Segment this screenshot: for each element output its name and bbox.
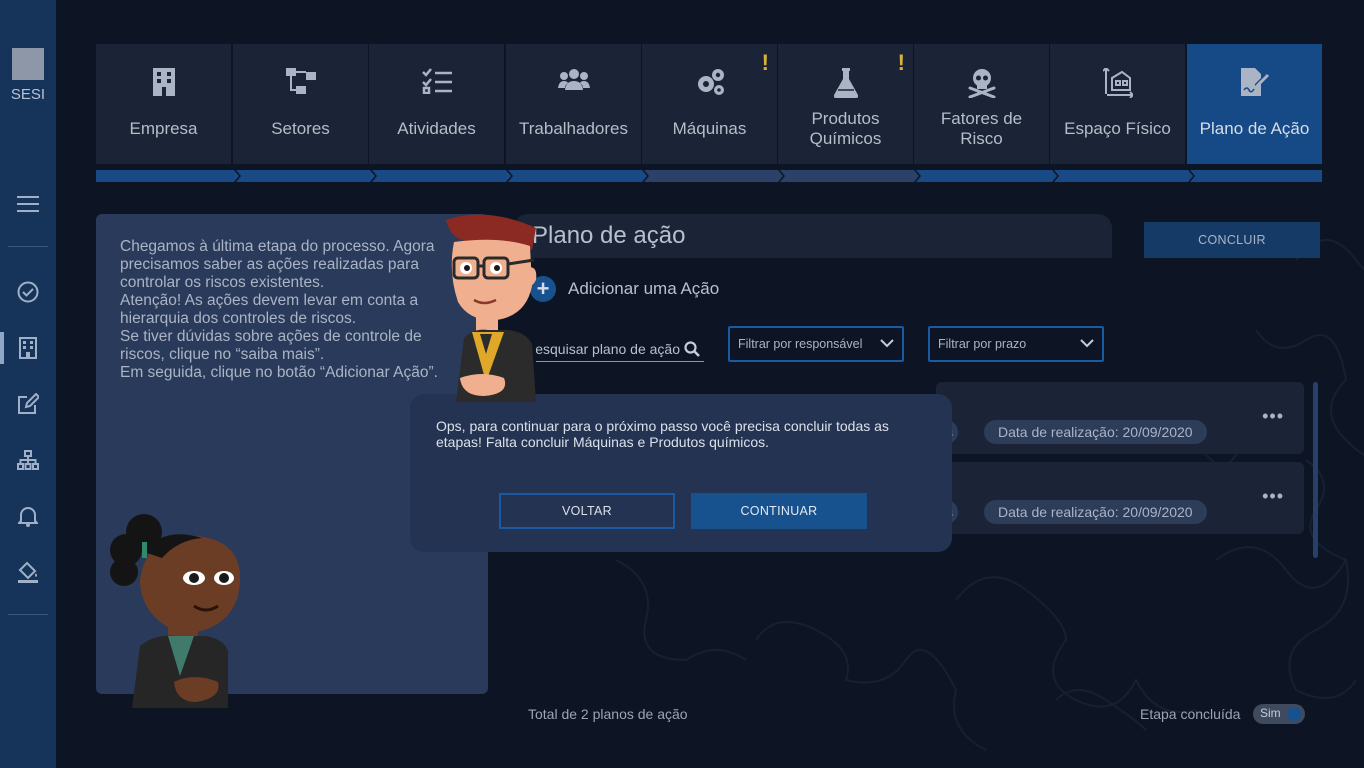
action-plan-row[interactable]: s Data de realização: 20/09/2020 ••• <box>936 462 1304 534</box>
sidebar: SESI <box>0 0 56 768</box>
mentor-text-line: Em seguida, clique no botão “Adicionar A… <box>120 364 438 381</box>
logo <box>12 48 44 80</box>
scrollbar[interactable] <box>1313 382 1318 558</box>
building-icon <box>96 68 231 96</box>
continue-button[interactable]: CONTINUAR <box>691 493 867 529</box>
search-icon[interactable] <box>684 340 700 357</box>
add-action-label: Adicionar uma Ação <box>568 279 720 298</box>
toggle-knob <box>1285 705 1303 723</box>
process-stepper: Empresa Setores Atividades Trabalhadores… <box>96 44 1322 182</box>
step-label: Máquinas <box>672 119 747 138</box>
users-icon <box>506 68 641 90</box>
paint-bucket-icon[interactable] <box>14 558 42 586</box>
male-character-illustration <box>446 214 537 402</box>
logo-text: SESI <box>10 86 46 103</box>
signed-document-icon <box>1187 68 1322 96</box>
bell-icon[interactable] <box>14 502 42 530</box>
step-trabalhadores[interactable]: Trabalhadores <box>506 44 641 164</box>
step-empresa[interactable]: Empresa <box>96 44 231 164</box>
org-chart-icon[interactable] <box>14 446 42 474</box>
menu-icon[interactable] <box>14 190 42 218</box>
step-label: Espaço Físico <box>1064 119 1171 138</box>
step-atividades[interactable]: Atividades <box>369 44 504 164</box>
sidebar-divider <box>8 246 48 247</box>
step-label: Trabalhadores <box>519 119 628 138</box>
mentor-text-line: Atenção! As ações devem levar em conta a… <box>120 292 419 327</box>
more-options-icon[interactable]: ••• <box>1262 486 1284 507</box>
toggle-label: Sim <box>1260 706 1281 720</box>
sidebar-divider <box>8 614 48 615</box>
page-title: Plano de ação <box>532 222 686 249</box>
building-icon[interactable] <box>14 334 42 362</box>
checklist-icon <box>369 68 504 94</box>
back-button[interactable]: VOLTAR <box>499 493 675 529</box>
gears-icon <box>642 68 777 96</box>
filter-prazo-label: Filtrar por prazo <box>938 337 1027 351</box>
edit-icon[interactable] <box>14 390 42 418</box>
warning-dialog: Ops, para continuar para o próximo passo… <box>410 394 952 552</box>
step-label: Empresa <box>129 119 198 138</box>
flask-icon <box>778 68 913 98</box>
step-label: Fatores de Risco <box>940 109 1023 148</box>
dialog-message: Ops, para continuar para o próximo passo… <box>436 418 889 450</box>
step-label: Setores <box>271 119 330 138</box>
floor-plan-icon <box>1050 68 1185 98</box>
add-action-button[interactable]: + Adicionar uma Ação <box>530 276 719 302</box>
date-chip: Data de realização: 20/09/2020 <box>984 500 1207 524</box>
female-character-illustration <box>110 514 240 708</box>
mentor-instructions: Chegamos à última etapa do processo. Ago… <box>120 238 460 382</box>
chevron-down-icon <box>1080 337 1094 351</box>
step-fatores-de-risco[interactable]: Fatores de Risco <box>914 44 1049 164</box>
search-input[interactable]: Pesquisar plano de ação <box>536 336 704 362</box>
concluir-button[interactable]: CONCLUIR <box>1144 222 1320 258</box>
mentor-text-line: Se tiver dúvidas sobre ações de controle… <box>120 328 422 363</box>
step-label: Plano de Ação <box>1199 119 1310 138</box>
step-maquinas[interactable]: ! Máquinas <box>642 44 777 164</box>
step-label: Atividades <box>397 119 476 138</box>
filter-responsavel-label: Filtrar por responsável <box>738 337 863 351</box>
more-options-icon[interactable]: ••• <box>1262 406 1284 427</box>
skull-crossbones-icon <box>914 68 1049 98</box>
etapa-concluida-toggle[interactable]: Sim <box>1253 704 1305 724</box>
search-placeholder: Pesquisar plano de ação <box>536 340 680 357</box>
filter-prazo-select[interactable]: Filtrar por prazo <box>928 326 1104 362</box>
total-count: Total de 2 planos de ação <box>528 706 688 722</box>
action-plan-row[interactable]: s Data de realização: 20/09/2020 ••• <box>936 382 1304 454</box>
chevron-down-icon <box>880 337 894 351</box>
step-plano-de-acao[interactable]: Plano de Ação <box>1187 44 1322 164</box>
date-chip: Data de realização: 20/09/2020 <box>984 420 1207 444</box>
step-setores[interactable]: Setores <box>233 44 368 164</box>
filter-responsavel-select[interactable]: Filtrar por responsável <box>728 326 904 362</box>
etapa-concluida-label: Etapa concluída <box>1140 706 1241 722</box>
step-produtos-quimicos[interactable]: ! Produtos Químicos <box>778 44 913 164</box>
check-circle-icon[interactable] <box>14 278 42 306</box>
step-espaco-fisico[interactable]: Espaço Físico <box>1050 44 1185 164</box>
sitemap-icon <box>233 68 368 94</box>
step-label: Produtos Químicos <box>809 109 882 148</box>
sidebar-active-indicator <box>0 332 4 364</box>
mentor-text-line: Chegamos à última etapa do processo. Ago… <box>120 238 435 291</box>
step-progress-bar <box>96 170 1322 182</box>
